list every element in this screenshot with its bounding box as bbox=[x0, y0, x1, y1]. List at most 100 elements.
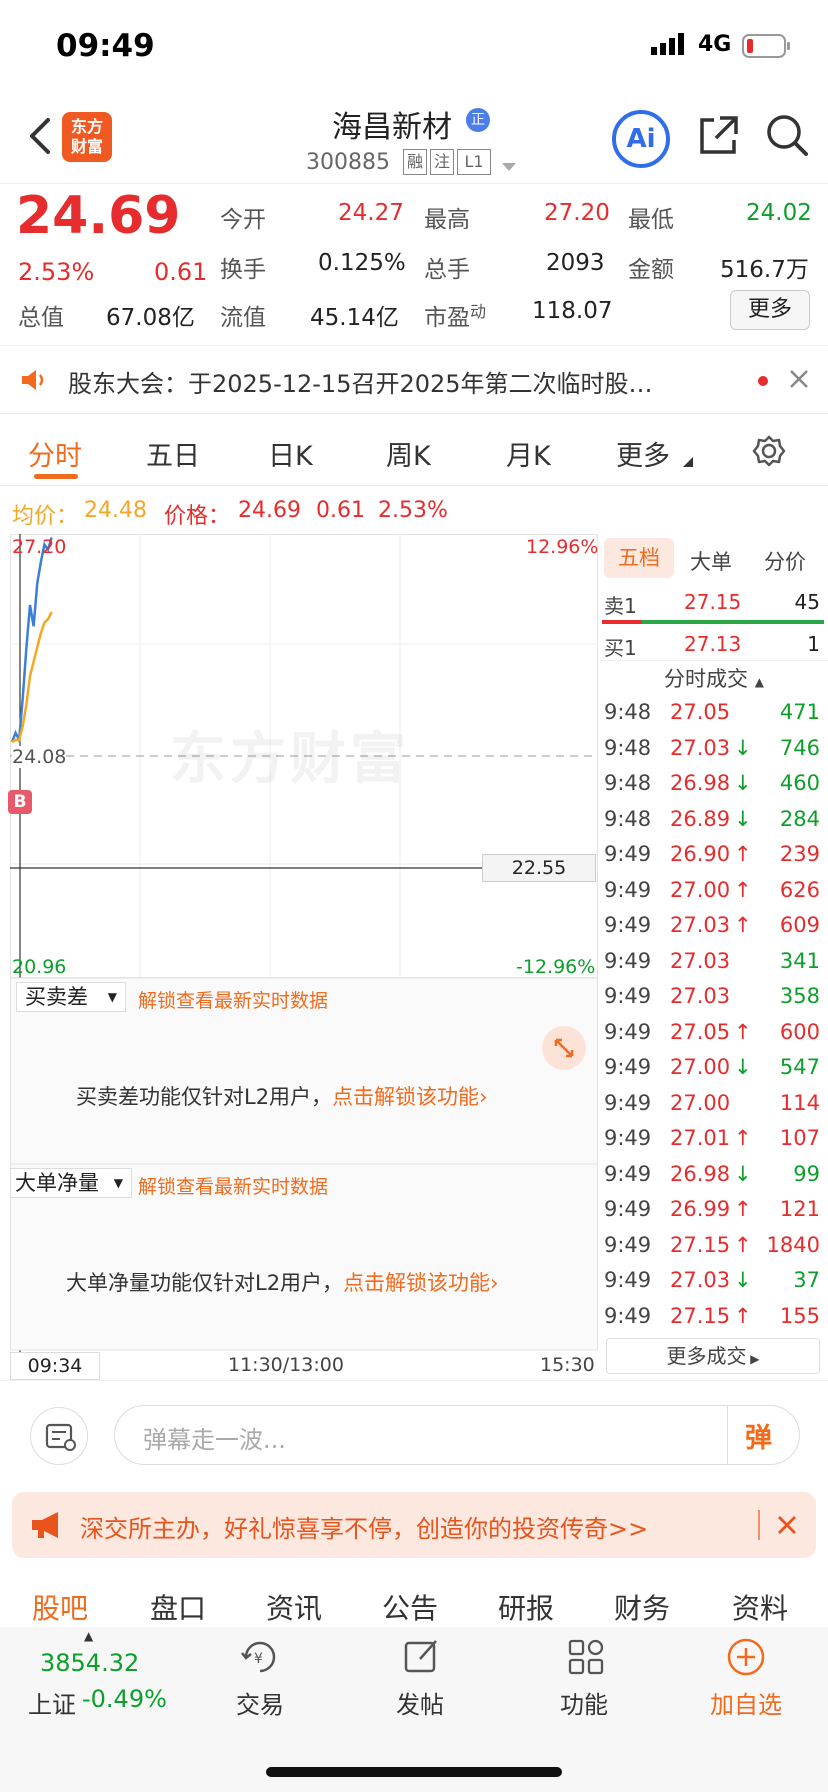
trade-time: 9:49 bbox=[604, 1303, 652, 1328]
tag-zhu: 注 bbox=[430, 149, 454, 175]
trade-label[interactable]: 交易 bbox=[236, 1685, 284, 1720]
index-value[interactable]: 3854.32 bbox=[40, 1649, 139, 1677]
tab-zhouk[interactable]: 周K bbox=[386, 434, 431, 473]
trade-time: 9:49 bbox=[604, 1126, 652, 1150]
trade-time: 9:49 bbox=[604, 1090, 652, 1115]
trade-row: 9:49 27.15 ↑ 155 bbox=[600, 1300, 828, 1336]
intraday-chart[interactable]: 东方财富 27.20 12.96% 24.08 20.96 -12.96% 22… bbox=[8, 534, 598, 1380]
buy1-volume: 1 bbox=[807, 632, 820, 656]
add-watchlist-label[interactable]: 加自选 bbox=[710, 1685, 782, 1720]
price-value: 24.69 bbox=[238, 498, 301, 523]
trade-time: 9:49 bbox=[604, 948, 652, 973]
banner-text: 深交所主办，好礼惊喜享不停，创造你的投资传奇>> bbox=[80, 1515, 649, 1543]
tab-rik[interactable]: 日K bbox=[268, 434, 313, 473]
indicator2-unlock-link[interactable]: 解锁查看最新实时数据 bbox=[138, 1172, 328, 1199]
ai-button[interactable]: Ai bbox=[612, 110, 670, 168]
trade-time: 9:49 bbox=[604, 1019, 652, 1044]
tab-caiwu[interactable]: 财务 bbox=[614, 1587, 670, 1627]
more-trades-button[interactable]: 更多成交 ▶ bbox=[606, 1338, 820, 1374]
comment-bar: 弹幕走一波... 弹 bbox=[0, 1380, 828, 1480]
tab-dadan[interactable]: 大单 bbox=[690, 546, 732, 576]
tab-fenshi[interactable]: 分时 bbox=[28, 434, 82, 473]
promo-banner[interactable]: 深交所主办，好礼惊喜享不停，创造你的投资传奇>> bbox=[12, 1492, 816, 1558]
trade-icon[interactable]: ¥ bbox=[238, 1637, 282, 1677]
banner-close-icon[interactable] bbox=[776, 1514, 798, 1536]
pe-label: 市盈动 bbox=[424, 292, 486, 331]
amount-value: 516.7万 bbox=[720, 257, 809, 283]
tab-wuri[interactable]: 五日 bbox=[146, 434, 200, 473]
post-icon[interactable] bbox=[402, 1637, 442, 1677]
trade-row: 9:48 26.89 ↓ 284 bbox=[600, 803, 828, 839]
tab-yanbao[interactable]: 研报 bbox=[498, 1587, 554, 1627]
tab-pankou[interactable]: 盘口 bbox=[150, 1587, 206, 1627]
turnover-value: 0.125% bbox=[318, 250, 406, 276]
trade-price: 27.00 bbox=[670, 877, 731, 902]
share-icon[interactable] bbox=[696, 114, 740, 158]
tag-l1: L1 bbox=[457, 149, 491, 175]
add-watchlist-icon[interactable] bbox=[726, 1637, 766, 1677]
tab-gonggao[interactable]: 公告 bbox=[382, 1587, 438, 1627]
indicator1-select[interactable]: 买卖差 ▼ bbox=[16, 982, 126, 1012]
expand-icon[interactable] bbox=[542, 1026, 586, 1070]
indicator2-select[interactable]: 大单净量 ▼ bbox=[10, 1168, 132, 1198]
danmu-toggle-icon[interactable]: 弹 bbox=[745, 1416, 772, 1455]
comment-list-icon[interactable] bbox=[30, 1407, 88, 1465]
arrow-up-icon: ↑ bbox=[734, 877, 752, 902]
trade-price: 27.00 bbox=[670, 1055, 731, 1079]
search-icon[interactable] bbox=[764, 112, 810, 158]
tab-zixun[interactable]: 资讯 bbox=[266, 1587, 322, 1627]
indicator1-label: 买卖差 bbox=[25, 985, 88, 1009]
comment-input[interactable]: 弹幕走一波... 弹 bbox=[114, 1405, 800, 1465]
trade-row: 9:48 27.03 ↓ 746 bbox=[600, 732, 828, 768]
index-change[interactable]: -0.49% bbox=[82, 1685, 167, 1713]
pe-value: 118.07 bbox=[532, 298, 613, 324]
trade-price: 26.99 bbox=[670, 1197, 731, 1221]
buy-marker[interactable]: B bbox=[8, 790, 32, 814]
trade-row: 9:49 27.05 ↑ 600 bbox=[600, 1016, 828, 1052]
float-label: 流值 bbox=[220, 305, 266, 331]
tab-yuek[interactable]: 月K bbox=[506, 434, 551, 473]
sell1-price: 27.15 bbox=[684, 590, 742, 614]
function-icon[interactable] bbox=[566, 1637, 606, 1677]
top-price-label: 27.20 bbox=[12, 536, 67, 558]
tab-active-indicator bbox=[34, 474, 78, 479]
volume-value: 2093 bbox=[546, 250, 605, 276]
tab-more[interactable]: 更多 bbox=[616, 434, 670, 473]
function-label[interactable]: 功能 bbox=[560, 1685, 608, 1720]
buy1-label: 买1 bbox=[604, 636, 637, 660]
tab-guba[interactable]: 股吧 bbox=[32, 1587, 88, 1627]
tab-ziliao[interactable]: 资料 bbox=[732, 1587, 788, 1627]
indicator1-unlock-button[interactable]: 点击解锁该功能 bbox=[332, 1085, 479, 1109]
index-name[interactable]: 上证 bbox=[28, 1685, 76, 1720]
notice-dot bbox=[758, 376, 768, 386]
trades-title[interactable]: 分时成交 ▲ bbox=[600, 660, 828, 696]
app-logo: 东方 财富 bbox=[62, 112, 112, 162]
back-icon[interactable] bbox=[24, 114, 54, 158]
stock-header: 东方 财富 海昌新材 正 300885 融 注 L1 Ai bbox=[0, 92, 828, 184]
intraday-chart-svg[interactable] bbox=[10, 534, 598, 1354]
tab-fenjia[interactable]: 分价 bbox=[764, 546, 806, 576]
volume-label: 总手 bbox=[424, 257, 470, 283]
trade-volume: 37 bbox=[793, 1268, 820, 1292]
logo-text-top: 东方 bbox=[70, 117, 103, 136]
trade-price: 27.03 bbox=[670, 1268, 731, 1292]
battery-icon bbox=[742, 34, 792, 58]
arrow-down-icon: ↓ bbox=[734, 1161, 752, 1186]
indicator2-unlock-button[interactable]: 点击解锁该功能 bbox=[343, 1271, 490, 1295]
settings-icon[interactable] bbox=[752, 434, 786, 468]
more-button[interactable]: 更多 bbox=[730, 290, 810, 330]
close-icon[interactable] bbox=[788, 368, 810, 390]
trade-time: 9:48 bbox=[604, 771, 652, 795]
trade-time: 9:49 bbox=[604, 877, 652, 902]
trade-row: 9:49 27.00 114 bbox=[600, 1087, 828, 1123]
trade-time: 9:49 bbox=[604, 1197, 652, 1221]
trade-row: 9:49 27.00 ↓ 547 bbox=[600, 1051, 828, 1087]
post-label[interactable]: 发帖 bbox=[396, 1685, 444, 1720]
notice-bar[interactable]: 股东大会：于2025-12-15召开2025年第二次临时股… bbox=[0, 346, 828, 414]
tab-wudang[interactable]: 五档 bbox=[604, 538, 674, 578]
trade-volume: 626 bbox=[779, 877, 820, 902]
price-line bbox=[10, 537, 53, 745]
indicator1-unlock-link[interactable]: 解锁查看最新实时数据 bbox=[138, 986, 328, 1013]
arrow-down-icon: ↓ bbox=[734, 771, 752, 795]
dropdown-icon[interactable] bbox=[502, 158, 516, 171]
